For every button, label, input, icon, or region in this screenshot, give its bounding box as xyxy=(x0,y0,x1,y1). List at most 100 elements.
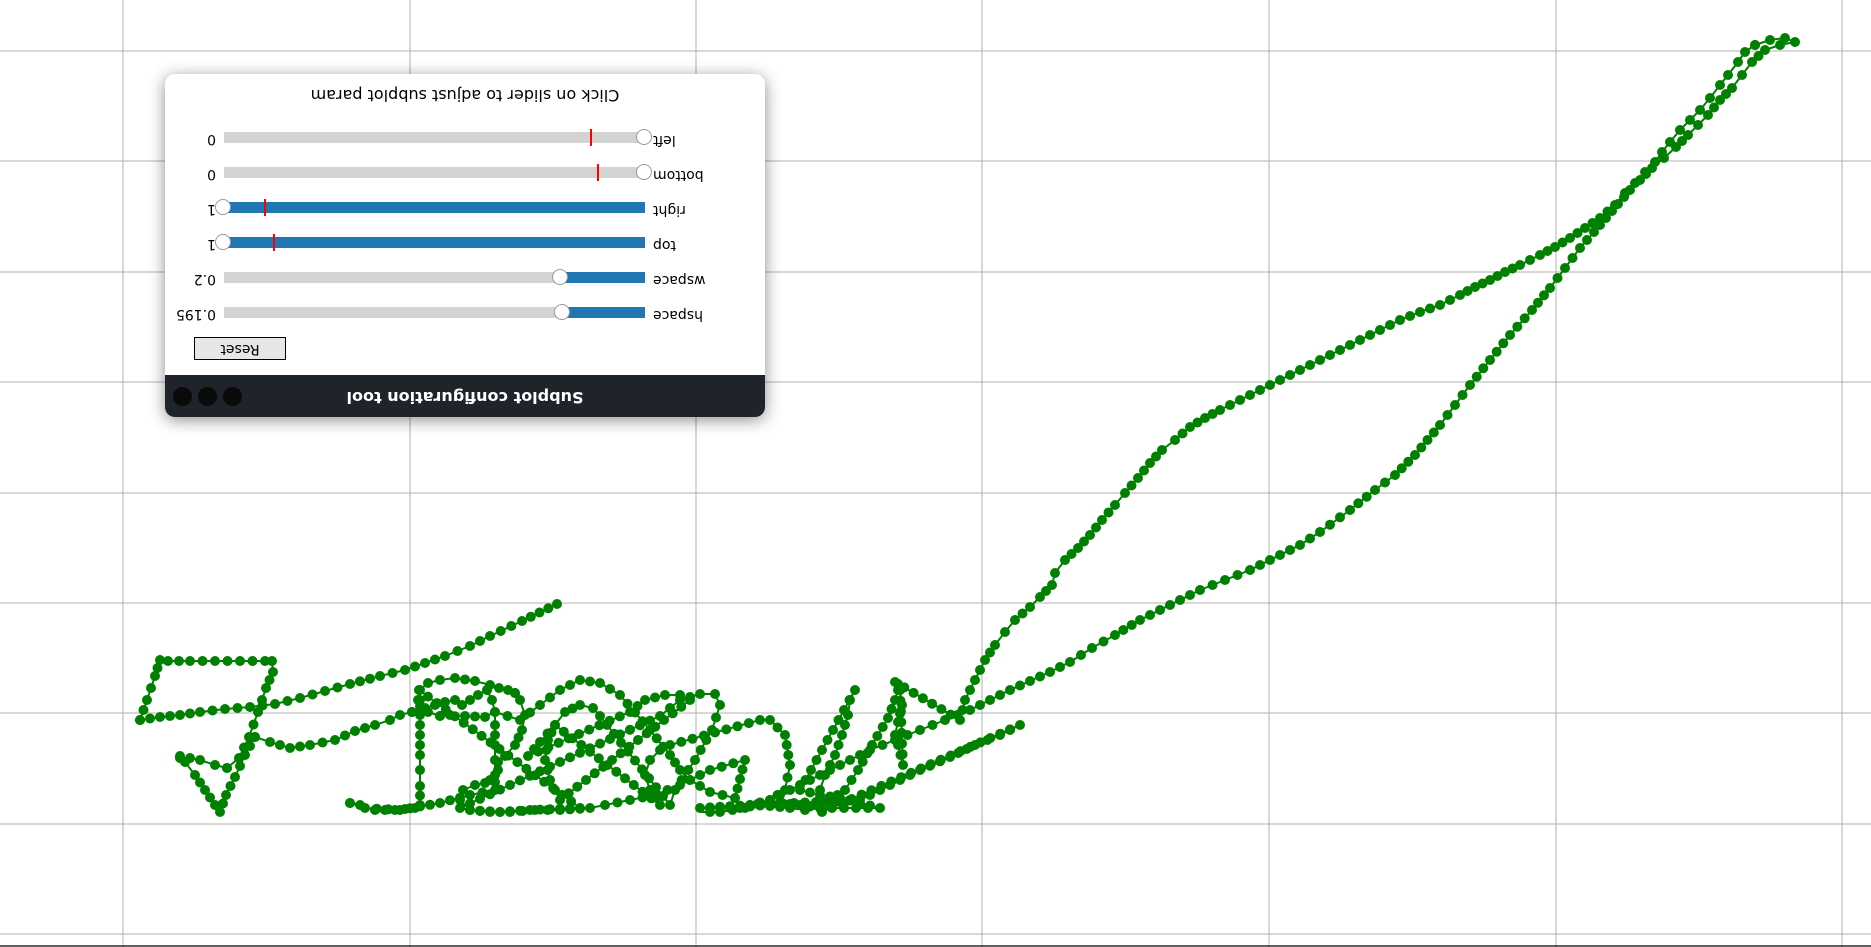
trace-marker xyxy=(1165,600,1175,610)
slider-handle-wspace[interactable] xyxy=(551,269,568,285)
trace-marker xyxy=(1285,370,1295,380)
trace-marker xyxy=(609,728,619,739)
trace-marker xyxy=(1047,580,1057,590)
trace-marker xyxy=(705,787,715,797)
trace-marker xyxy=(1087,643,1097,653)
trace-marker xyxy=(755,715,765,725)
trace-marker xyxy=(822,735,833,745)
trace-marker xyxy=(902,730,913,740)
trace-marker xyxy=(490,720,500,730)
trace-marker xyxy=(1515,260,1525,270)
trace-marker xyxy=(415,750,425,760)
trace-marker xyxy=(545,692,555,703)
trace-marker xyxy=(533,746,544,757)
trace-marker xyxy=(385,715,395,725)
trace-marker xyxy=(250,732,260,742)
trace-marker xyxy=(898,760,908,770)
trace-marker xyxy=(705,807,715,817)
trace-marker xyxy=(965,741,976,752)
trace-marker xyxy=(422,691,433,702)
maximize-window-icon[interactable] xyxy=(173,387,192,406)
dialog-titlebar[interactable]: Subplot configuration tool xyxy=(165,375,765,417)
trace-marker xyxy=(817,745,827,755)
trace-marker xyxy=(990,640,1000,650)
trace-marker xyxy=(1355,335,1365,345)
trace-marker xyxy=(940,715,950,725)
trace-marker xyxy=(1385,320,1395,330)
trace-marker xyxy=(485,631,495,641)
trace-marker xyxy=(370,720,380,730)
trace-marker xyxy=(1220,575,1230,585)
trace-marker xyxy=(565,804,575,815)
minimize-window-icon[interactable] xyxy=(198,387,217,406)
trace-marker xyxy=(400,665,410,675)
trace-marker xyxy=(210,656,220,666)
trace-marker xyxy=(240,750,250,760)
trace-marker xyxy=(253,707,263,717)
slider-left[interactable] xyxy=(224,129,652,146)
trace-marker xyxy=(1000,627,1010,637)
trace-marker xyxy=(1485,355,1495,365)
trace-marker xyxy=(698,730,709,741)
trace-marker xyxy=(1035,671,1045,682)
trace-marker xyxy=(235,761,245,771)
trace-marker xyxy=(1265,380,1275,390)
trace-marker xyxy=(555,805,565,815)
trace-marker xyxy=(1527,305,1537,315)
trace-marker xyxy=(1145,610,1155,620)
trace-marker xyxy=(261,683,271,693)
trace-marker xyxy=(936,704,947,715)
trace-marker xyxy=(866,785,877,796)
trace-marker xyxy=(400,804,410,814)
trace-marker xyxy=(350,726,360,736)
slider-handle-hspace[interactable] xyxy=(553,304,570,320)
slider-top[interactable] xyxy=(215,234,645,251)
trace-marker xyxy=(1505,330,1515,340)
slider-label-left: left xyxy=(653,132,676,148)
slider-wspace[interactable] xyxy=(224,269,645,285)
trace-marker xyxy=(585,746,595,757)
trace-marker xyxy=(845,695,855,705)
slider-handle-top[interactable] xyxy=(215,234,231,250)
trace-marker xyxy=(435,675,445,685)
trace-marker xyxy=(163,656,173,666)
trace-marker xyxy=(487,695,497,705)
slider-handle-left[interactable] xyxy=(636,129,652,145)
trace-marker xyxy=(630,755,640,766)
slider-label-hspace: hspace xyxy=(653,307,703,323)
slider-right[interactable] xyxy=(215,199,645,216)
trace-marker xyxy=(899,682,910,693)
trace-marker xyxy=(1005,724,1016,735)
trace-marker xyxy=(317,737,328,748)
trace-marker xyxy=(490,707,500,717)
trace-marker xyxy=(695,803,705,813)
slider-handle-bottom[interactable] xyxy=(636,164,652,180)
trace-marker xyxy=(710,689,720,699)
trace-marker xyxy=(595,738,605,749)
trace-marker xyxy=(431,698,442,709)
trace-marker xyxy=(305,740,315,750)
trace-marker xyxy=(360,723,370,733)
trace-marker xyxy=(781,740,792,750)
trace-marker xyxy=(1335,512,1345,523)
reset-button[interactable]: Reset xyxy=(194,337,286,360)
trace-marker xyxy=(1635,175,1645,185)
trace-marker xyxy=(543,603,554,614)
trace-marker xyxy=(553,737,564,748)
trace-marker xyxy=(555,795,565,805)
trace-marker xyxy=(503,750,514,761)
trace-marker xyxy=(600,800,610,810)
trace-marker xyxy=(525,707,535,718)
trace-marker xyxy=(1567,253,1578,263)
trace-marker xyxy=(589,768,600,779)
trace-marker xyxy=(1175,595,1185,605)
trace-marker xyxy=(695,745,706,755)
trace-marker xyxy=(782,772,793,783)
trace-marker xyxy=(1015,720,1025,730)
slider-hspace[interactable] xyxy=(224,304,645,320)
slider-handle-right[interactable] xyxy=(215,199,231,215)
trace-marker xyxy=(916,763,926,774)
slider-bottom[interactable] xyxy=(224,164,652,181)
trace-marker xyxy=(370,805,380,815)
close-window-icon[interactable] xyxy=(223,387,242,406)
